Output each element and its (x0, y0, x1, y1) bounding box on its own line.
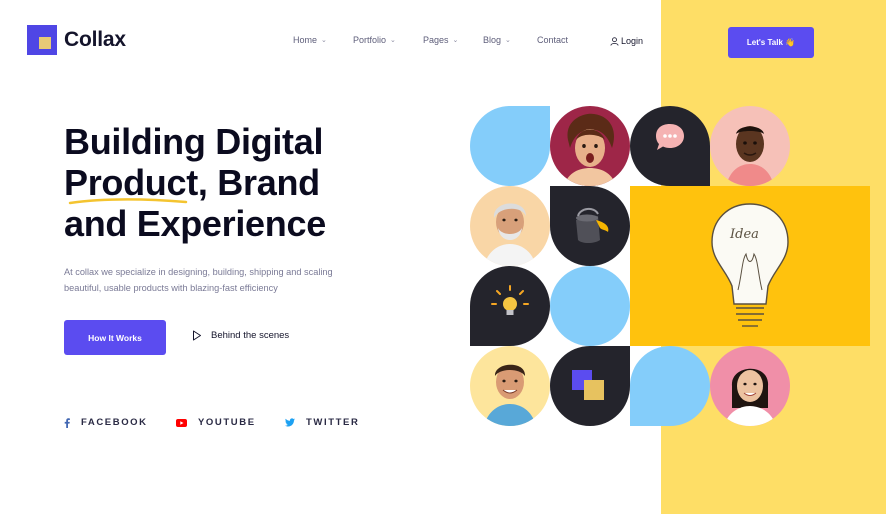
blue-leaf-shape-bottom (630, 346, 710, 426)
blue-leaf-shape (470, 106, 550, 186)
nav-item-contact[interactable]: Contact (537, 35, 568, 45)
paint-bucket-tile (550, 186, 630, 266)
lightbulb-icon: Idea (711, 203, 789, 327)
user-icon (610, 36, 619, 46)
avatar-young-man (470, 346, 550, 426)
hero-description: At collax we specialize in designing, bu… (64, 267, 333, 293)
twitter-icon (285, 418, 295, 427)
social-label: TWITTER (306, 417, 360, 428)
youtube-icon (176, 418, 187, 427)
hero-title-line2: , Brand (197, 162, 320, 203)
avatar-older-man (470, 186, 550, 266)
brand-mark-icon (572, 370, 604, 400)
nav-item-label: Contact (537, 35, 569, 45)
nav-item-label: Pages (423, 35, 449, 45)
hero-title-highlight: Product (64, 162, 198, 205)
nav-item-label: Home (293, 35, 318, 45)
chevron-down-icon: ⌄ (390, 37, 396, 44)
play-icon (193, 330, 201, 341)
social-label: FACEBOOK (81, 417, 148, 428)
nav-item-label: Portfolio (353, 35, 387, 45)
chat-bubble-tile (630, 106, 710, 186)
nav-item-home[interactable]: Home ⌄ (293, 35, 327, 45)
avatar-woman-surprised (550, 106, 630, 186)
underline-stroke-icon (68, 198, 188, 205)
avatar-woman-smiling (710, 346, 790, 426)
facebook-icon (64, 417, 70, 428)
blue-circle-shape (550, 266, 630, 346)
lets-talk-label: Let's Talk 👋 (746, 38, 796, 47)
brand-mark-tile (550, 346, 630, 426)
hero-title: Building Digital Product, Brand and Expe… (64, 121, 394, 244)
lets-talk-button[interactable]: Let's Talk 👋 (728, 27, 814, 58)
how-it-works-button[interactable]: How It Works (64, 320, 166, 355)
paint-bucket-icon (576, 208, 609, 243)
social-label: YOUTUBE (198, 417, 256, 428)
chevron-down-icon: ⌄ (321, 37, 327, 44)
brand-logo[interactable]: Collax (27, 25, 126, 55)
nav-item-portfolio[interactable]: Portfolio ⌄ (353, 35, 396, 45)
lightbulb-small-tile (470, 266, 550, 346)
hero-title-line3: and Experience (64, 203, 326, 244)
nav-item-pages[interactable]: Pages ⌄ (423, 35, 458, 45)
logo-mark-icon (27, 25, 57, 55)
svg-text:Idea: Idea (729, 227, 759, 242)
lightbulb-idea-card: Idea (630, 186, 870, 346)
how-it-works-label: How It Works (88, 332, 142, 343)
behind-the-scenes-button[interactable]: Behind the scenes (192, 330, 289, 341)
nav-item-blog[interactable]: Blog ⌄ (483, 35, 511, 45)
behind-the-scenes-label: Behind the scenes (211, 330, 290, 341)
chevron-down-icon: ⌄ (452, 37, 459, 44)
chat-bubble-icon (656, 124, 684, 150)
login-label: Login (621, 36, 644, 46)
social-twitter-link[interactable]: TWITTER (285, 417, 359, 428)
brand-name: Collax (64, 28, 126, 51)
login-link[interactable]: Login (610, 36, 643, 46)
nav-item-label: Blog (483, 35, 502, 45)
chevron-down-icon: ⌄ (505, 37, 511, 44)
hero-title-line1: Building Digital (64, 121, 324, 162)
avatar-man-smiling (710, 106, 790, 186)
social-facebook-link[interactable]: FACEBOOK (64, 417, 148, 428)
small-lightbulb-icon (491, 285, 529, 315)
social-youtube-link[interactable]: YOUTUBE (176, 417, 256, 428)
